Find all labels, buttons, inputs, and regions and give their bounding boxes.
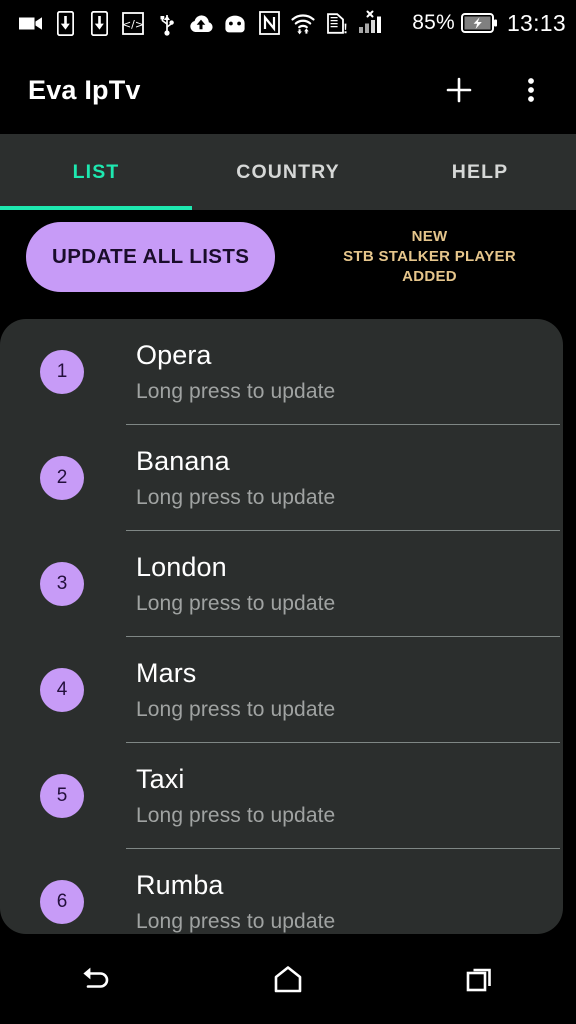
back-arrow-icon[interactable] (0, 934, 192, 1024)
tab-list[interactable]: LIST (0, 134, 192, 210)
app-bar: Eva IpTv (0, 46, 576, 134)
signal-no-service-icon (354, 8, 386, 38)
list-item-text: London Long press to update (136, 552, 349, 615)
phone-download-icon (48, 8, 82, 38)
list-item-badge: 2 (40, 456, 84, 500)
tab-help-label: HELP (451, 160, 509, 183)
status-bar: </> 85% 13:13 (0, 0, 576, 46)
list-item-subtitle: Long press to update (136, 485, 336, 509)
list-item-title: Banana (136, 446, 230, 477)
tab-bar: LIST COUNTRY HELP (0, 134, 576, 210)
list-item[interactable]: 2 Banana Long press to update (0, 425, 563, 531)
list-item-title: Rumba (136, 870, 224, 901)
list-item-title: Mars (136, 658, 197, 689)
update-all-lists-button[interactable]: UPDATE ALL LISTS (26, 222, 276, 292)
list-item[interactable]: 1 Opera Long press to update (0, 319, 563, 425)
list-item-title: Taxi (136, 764, 185, 795)
list-item[interactable]: 3 London Long press to update (0, 531, 563, 637)
list-item-text: Taxi Long press to update (136, 764, 349, 827)
list-item-subtitle: Long press to update (136, 803, 336, 827)
list-item-badge: 1 (40, 350, 84, 394)
list-item-subtitle: Long press to update (136, 909, 336, 933)
list-item-text: Mars Long press to update (136, 658, 349, 721)
recents-icon[interactable] (384, 934, 576, 1024)
promo-line-1: NEW (411, 228, 448, 246)
list-item[interactable]: 6 Rumba Long press to update (0, 849, 563, 934)
promo-line-2: STB STALKER PLAYER (343, 248, 516, 266)
sim-card-alert-icon (320, 8, 354, 38)
list-item-text: Banana Long press to update (136, 446, 349, 509)
list-item-text: Opera Long press to update (136, 340, 349, 403)
list-item-badge: 3 (40, 562, 84, 606)
action-row: UPDATE ALL LISTS NEW STB STALKER PLAYER … (0, 210, 576, 304)
more-vertical-icon[interactable] (508, 67, 554, 113)
battery-charging-icon (459, 8, 499, 38)
plus-icon[interactable] (436, 67, 482, 113)
cloud-upload-icon (184, 8, 218, 38)
app-bar-actions (436, 67, 554, 113)
phone-screen: </> 85% 13:13 Eva IpTv LIST COUNTRY HELP… (0, 0, 576, 1024)
list-item-badge: 5 (40, 774, 84, 818)
list-item-subtitle: Long press to update (136, 697, 336, 721)
list-item[interactable]: 5 Taxi Long press to update (0, 743, 563, 849)
video-camera-icon (14, 8, 48, 38)
list-item[interactable]: 4 Mars Long press to update (0, 637, 563, 743)
svg-text:</>: </> (122, 18, 144, 31)
tab-country[interactable]: COUNTRY (192, 134, 384, 210)
home-icon[interactable] (192, 934, 384, 1024)
status-bar-right: 85% 13:13 (410, 8, 566, 38)
nfc-icon (252, 8, 286, 38)
status-bar-clock: 13:13 (506, 9, 566, 36)
app-title: Eva IpTv (28, 74, 141, 105)
promo-line-3: ADDED (402, 267, 457, 285)
tab-country-label: COUNTRY (236, 160, 340, 183)
playlist-card: 1 Opera Long press to update 2 Banana Lo… (0, 319, 563, 934)
list-item-subtitle: Long press to update (136, 379, 336, 403)
list-item-title: Opera (136, 340, 212, 371)
list-item-text: Rumba Long press to update (136, 870, 349, 933)
list-item-subtitle: Long press to update (136, 591, 336, 615)
wifi-transfer-icon (286, 8, 320, 38)
battery-percent-label: 85% (412, 11, 455, 34)
android-head-icon (218, 8, 252, 38)
list-item-badge: 6 (40, 880, 84, 924)
phone-download-alt-icon (82, 8, 116, 38)
tab-help[interactable]: HELP (384, 134, 576, 210)
developer-code-icon: </> (116, 8, 150, 38)
promo-note: NEW STB STALKER PLAYER ADDED (343, 227, 516, 287)
android-nav-bar (0, 934, 576, 1024)
usb-icon (150, 8, 184, 38)
list-item-title: London (136, 552, 227, 583)
tab-list-label: LIST (72, 160, 120, 183)
list-item-badge: 4 (40, 668, 84, 712)
